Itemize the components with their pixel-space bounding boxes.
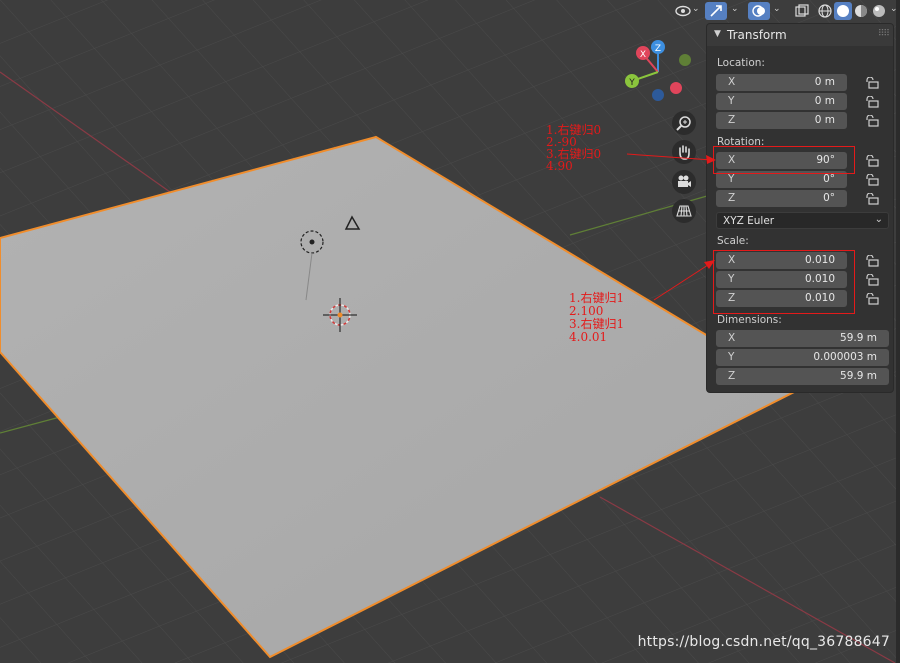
annotation-arrows [626, 153, 716, 301]
watermark: https://blog.csdn.net/qq_36788647 [637, 634, 890, 650]
rotation-annotation: 1.右键归0 2.-90 3.右键归0 4.90 [546, 124, 601, 172]
annotation-line: 4.0.01 [569, 330, 608, 344]
annotation-line: 4.90 [546, 159, 573, 173]
window-edge [896, 0, 900, 663]
scale-annotation: 1.右键归1 2.100 3.右键归1 4.0.01 [569, 292, 624, 344]
